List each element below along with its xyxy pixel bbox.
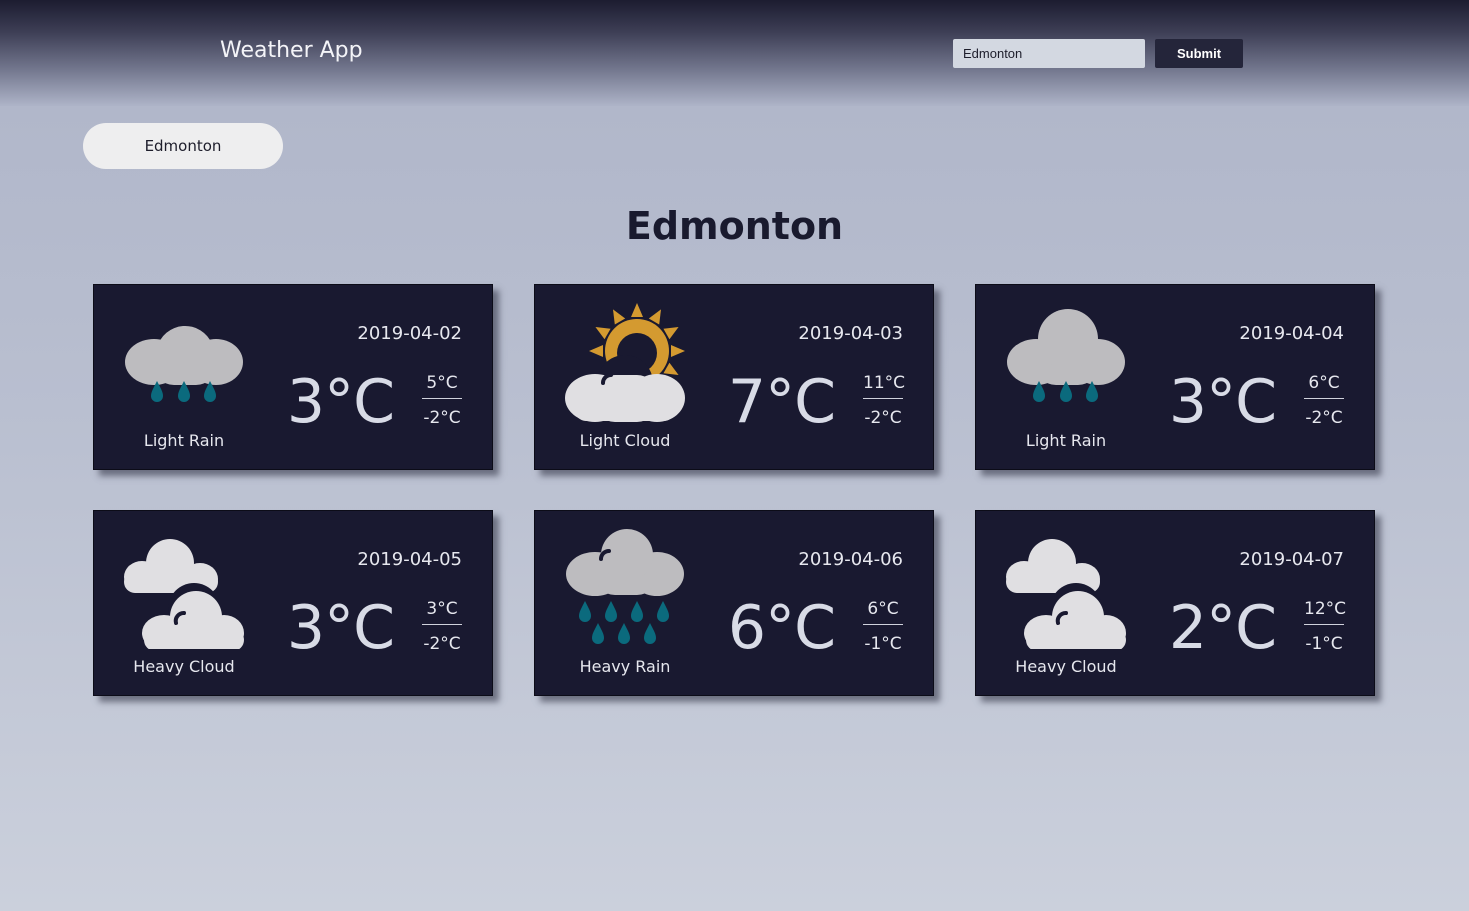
forecast-date: 2019-04-07 [1239, 549, 1344, 570]
low-temperature: -2°C [423, 408, 461, 428]
high-temperature: 11°C [863, 372, 905, 399]
high-low: 11°C -2°C [863, 372, 905, 429]
city-search-input[interactable] [953, 39, 1145, 68]
heavy-cloud-icon [1006, 529, 1126, 649]
saved-city-button[interactable]: Edmonton [83, 123, 283, 169]
forecast-date: 2019-04-03 [798, 323, 903, 344]
forecast-grid: Light Rain 2019-04-02 3°C 5°C -2°C Light… [93, 284, 1375, 696]
low-temperature: -1°C [864, 634, 902, 654]
weather-description: Light Rain [1025, 431, 1107, 450]
submit-button[interactable]: Submit [1155, 39, 1243, 68]
high-low: 6°C -1°C [863, 598, 903, 655]
current-temperature: 3°C [1168, 367, 1277, 437]
weather-description: Heavy Cloud [1015, 657, 1117, 676]
forecast-date: 2019-04-02 [357, 323, 462, 344]
forecast-card: Heavy Cloud 2019-04-05 3°C 3°C -2°C [93, 510, 493, 696]
high-temperature: 6°C [863, 598, 903, 625]
high-temperature: 5°C [422, 372, 462, 399]
high-low: 3°C -2°C [422, 598, 462, 655]
light-cloud-icon [565, 303, 685, 423]
low-temperature: -2°C [1305, 408, 1343, 428]
high-low: 5°C -2°C [422, 372, 462, 429]
city-heading: Edmonton [625, 204, 844, 248]
forecast-date: 2019-04-06 [798, 549, 903, 570]
forecast-card: Light Rain 2019-04-04 3°C 6°C -2°C [975, 284, 1375, 470]
low-temperature: -2°C [423, 634, 461, 654]
current-temperature: 2°C [1168, 593, 1277, 663]
forecast-card: Heavy Cloud 2019-04-07 2°C 12°C -1°C [975, 510, 1375, 696]
light-rain-icon [1006, 303, 1126, 423]
forecast-date: 2019-04-04 [1239, 323, 1344, 344]
high-temperature: 6°C [1304, 372, 1344, 399]
light-rain-icon [124, 303, 244, 423]
current-temperature: 3°C [286, 593, 395, 663]
weather-description: Light Rain [143, 431, 225, 450]
high-low: 6°C -2°C [1304, 372, 1344, 429]
low-temperature: -2°C [864, 408, 902, 428]
weather-description: Heavy Cloud [133, 657, 235, 676]
forecast-card: Heavy Rain 2019-04-06 6°C 6°C -1°C [534, 510, 934, 696]
current-temperature: 7°C [727, 367, 836, 437]
app-header: Weather App Submit [0, 0, 1469, 106]
forecast-date: 2019-04-05 [357, 549, 462, 570]
low-temperature: -1°C [1305, 634, 1343, 654]
heavy-rain-icon [565, 529, 685, 649]
weather-description: Heavy Rain [579, 657, 671, 676]
forecast-card: Light Cloud 2019-04-03 7°C 11°C -2°C [534, 284, 934, 470]
high-low: 12°C -1°C [1304, 598, 1346, 655]
current-temperature: 3°C [286, 367, 395, 437]
weather-description: Light Cloud [579, 431, 671, 450]
app-title: Weather App [220, 38, 363, 63]
high-temperature: 3°C [422, 598, 462, 625]
forecast-card: Light Rain 2019-04-02 3°C 5°C -2°C [93, 284, 493, 470]
current-temperature: 6°C [727, 593, 836, 663]
heavy-cloud-icon [124, 529, 244, 649]
high-temperature: 12°C [1304, 598, 1346, 625]
